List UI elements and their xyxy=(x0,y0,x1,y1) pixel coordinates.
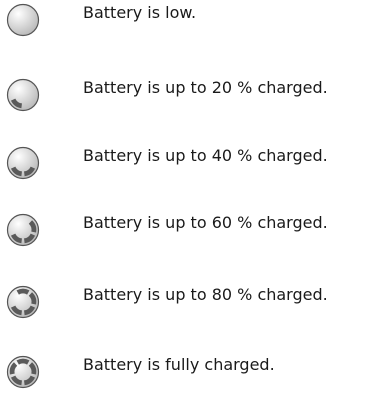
legend-text-full: Battery is fully charged. xyxy=(83,355,275,374)
battery-indicator-body xyxy=(6,146,40,180)
legend-item-full: Battery is fully charged. xyxy=(0,355,371,415)
battery-indicator-body xyxy=(6,78,40,112)
legend-text-20: Battery is up to 20 % charged. xyxy=(83,78,328,97)
legend-text-80: Battery is up to 80 % charged. xyxy=(83,285,328,304)
battery-indicator-body xyxy=(6,3,40,37)
legend-item-low: Battery is low. xyxy=(0,3,371,63)
battery-indicator-graphic xyxy=(6,146,40,180)
battery-empty-icon xyxy=(6,3,40,37)
battery-60-icon xyxy=(6,213,40,247)
battery-20-icon xyxy=(6,78,40,112)
legend-text-low: Battery is low. xyxy=(83,3,197,22)
legend-item-60: Battery is up to 60 % charged. xyxy=(0,213,371,273)
battery-40-icon xyxy=(6,146,40,180)
legend-item-80: Battery is up to 80 % charged. xyxy=(0,285,371,345)
battery-indicator-graphic xyxy=(6,78,40,112)
legend-item-20: Battery is up to 20 % charged. xyxy=(0,78,371,138)
battery-full-icon xyxy=(6,355,40,389)
battery-80-icon xyxy=(6,285,40,319)
legend-text-40: Battery is up to 40 % charged. xyxy=(83,146,328,165)
battery-indicator-graphic xyxy=(6,285,40,319)
battery-indicator-graphic xyxy=(6,3,40,37)
battery-indicator-graphic xyxy=(6,213,40,247)
battery-indicator-graphic xyxy=(6,355,40,389)
legend-text-60: Battery is up to 60 % charged. xyxy=(83,213,328,232)
legend-item-40: Battery is up to 40 % charged. xyxy=(0,146,371,206)
